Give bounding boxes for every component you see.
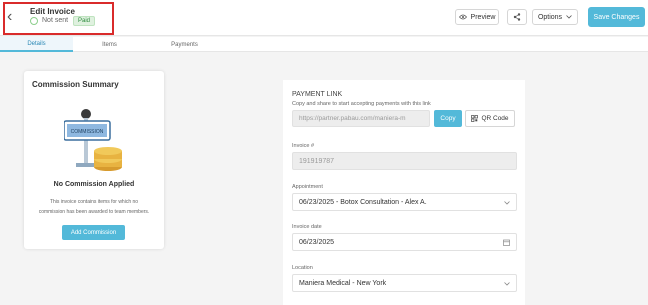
commission-summary-card: Commission Summary COMMISSION No Commiss… xyxy=(24,71,164,249)
status-circle-icon xyxy=(30,17,38,25)
options-label: Options xyxy=(537,13,563,21)
location-select[interactable]: Maniera Medical - New York xyxy=(292,274,517,292)
no-commission-heading: No Commission Applied xyxy=(53,181,135,188)
preview-label: Preview xyxy=(470,13,496,21)
commission-illustration: COMMISSION xyxy=(64,109,122,171)
invoice-date-value: 06/23/2025 xyxy=(299,238,335,246)
invoice-date-field[interactable]: 06/23/2025 xyxy=(292,233,517,251)
copy-link-button[interactable]: Copy xyxy=(434,110,462,127)
status-text: Not sent xyxy=(42,17,69,24)
appointment-value: 06/23/2025 - Botox Consultation - Alex A… xyxy=(299,198,427,206)
share-icon xyxy=(513,13,521,21)
payment-link-input[interactable]: https://partner.pabau.com/maniera-m xyxy=(292,110,430,127)
tab-bar: Details Items Payments xyxy=(0,37,648,52)
tab-details[interactable]: Details xyxy=(0,37,73,52)
qr-code-button[interactable]: QR Code xyxy=(465,110,515,127)
save-changes-button[interactable]: Save Changes xyxy=(588,7,645,27)
chevron-down-icon xyxy=(566,15,572,19)
payment-link-description: Copy and share to start accepting paymen… xyxy=(292,101,431,107)
top-bar: ‹ Edit Invoice Not sent Paid Preview Opt… xyxy=(0,0,648,36)
page-title: Edit Invoice xyxy=(30,7,75,16)
tab-items[interactable]: Items xyxy=(73,37,146,52)
qr-code-label: QR Code xyxy=(481,115,509,122)
chevron-down-icon xyxy=(504,201,510,205)
payment-link-title: PAYMENT LINK xyxy=(292,91,343,98)
add-commission-button[interactable]: Add Commission xyxy=(62,225,125,240)
invoice-number-field: 191919787 xyxy=(292,152,517,170)
chevron-down-icon xyxy=(504,282,510,286)
chevron-left-icon[interactable]: ‹ xyxy=(7,9,12,25)
qr-code-icon xyxy=(471,115,479,122)
commission-description: This invoice contains items for which no… xyxy=(38,199,150,215)
share-button[interactable] xyxy=(507,9,527,25)
tab-payments[interactable]: Payments xyxy=(146,37,223,52)
location-label: Location xyxy=(292,265,313,271)
calendar-icon[interactable] xyxy=(503,239,510,246)
invoice-number-label: Invoice # xyxy=(292,143,315,149)
commission-summary-title: Commission Summary xyxy=(32,80,119,89)
options-dropdown[interactable]: Options xyxy=(532,9,578,25)
appointment-label: Appointment xyxy=(292,184,323,190)
location-value: Maniera Medical - New York xyxy=(299,279,387,287)
eye-icon xyxy=(458,14,467,20)
appointment-select[interactable]: 06/23/2025 - Botox Consultation - Alex A… xyxy=(292,193,517,211)
paid-badge: Paid xyxy=(73,16,96,26)
commission-sign-label: COMMISSION xyxy=(71,129,104,135)
preview-button[interactable]: Preview xyxy=(455,9,499,25)
invoice-details-panel: PAYMENT LINK Copy and share to start acc… xyxy=(283,80,525,305)
invoice-date-label: Invoice date xyxy=(292,224,322,230)
